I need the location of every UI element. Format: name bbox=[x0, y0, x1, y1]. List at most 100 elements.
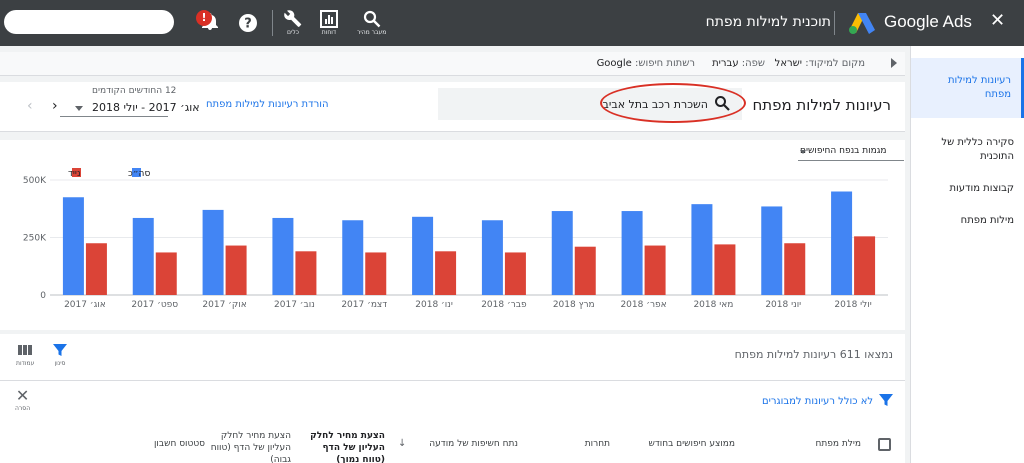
legend-label: סה״כ bbox=[128, 169, 150, 179]
bar-total bbox=[132, 217, 154, 295]
filter-caption: סינון bbox=[54, 360, 66, 367]
prev-period-icon[interactable]: ‹ bbox=[27, 98, 33, 114]
top-bar: ! ? כלים דוחות מעבר מהיר תוכנית למילות מ… bbox=[0, 0, 1024, 46]
nav-item-keyword-ideas[interactable]: רעיונות למילות מפתח bbox=[911, 58, 1024, 118]
help-icon[interactable]: ? bbox=[238, 13, 258, 33]
location-target[interactable]: מקום למיקוד: ישראל bbox=[775, 58, 865, 69]
x-tick-label: פבר׳ 2018 bbox=[481, 300, 527, 310]
column-header-competition[interactable]: תחרות bbox=[585, 438, 610, 450]
targeting-bar[interactable]: מקום למיקוד: ישראל שפה: עברית רשתות חיפו… bbox=[0, 52, 905, 76]
column-header-avg-searches[interactable]: ממוצע חיפושים בחודש bbox=[648, 438, 735, 450]
y-tick-label: 500K bbox=[23, 176, 47, 186]
bar-total bbox=[761, 206, 783, 295]
next-period-icon[interactable]: › bbox=[52, 98, 58, 114]
search-icon[interactable]: מעבר מהיר bbox=[357, 10, 386, 36]
x-tick-label: יוני 2018 bbox=[765, 300, 801, 310]
keyword-ideas-header: רעיונות למילות מפתח השכרת רכב בתל אביב ה… bbox=[0, 82, 905, 132]
y-tick-label: 0 bbox=[40, 291, 46, 301]
bar-total bbox=[412, 216, 434, 295]
filter-button[interactable]: סינון bbox=[52, 342, 68, 367]
columns-button[interactable]: עמודות bbox=[16, 342, 34, 367]
quick-nav-caption: מעבר מהיר bbox=[357, 29, 387, 36]
expand-arrow-icon[interactable] bbox=[891, 58, 897, 68]
x-tick-label: מאי 2018 bbox=[693, 300, 733, 310]
clear-filters-button[interactable]: ✕ הסרה bbox=[15, 386, 30, 412]
column-header-account-status[interactable]: סטטוס חשבון bbox=[154, 438, 205, 450]
x-tick-label: אוק׳ 2017 bbox=[202, 300, 246, 310]
bar-mobile bbox=[784, 243, 806, 295]
x-tick-label: ינו׳ 2018 bbox=[415, 300, 453, 310]
topbar-divider bbox=[834, 11, 835, 35]
results-count: נמצאו 611 רעיונות למילות מפתח bbox=[734, 348, 893, 361]
account-name-redacted bbox=[4, 10, 174, 34]
nav-item-ad-groups[interactable]: קבוצות מודעות bbox=[911, 182, 1024, 196]
x-tick-label: דצמ׳ 2017 bbox=[341, 300, 387, 310]
bar-mobile bbox=[574, 246, 596, 295]
column-header-top-bid-high[interactable]: הצעת מחיר לחלק העליון של הדף (טווח גבוה) bbox=[207, 430, 291, 463]
language-value: עברית bbox=[712, 58, 739, 69]
y-tick-label: 250K bbox=[23, 234, 47, 244]
bar-total bbox=[481, 220, 503, 295]
network-label: רשתות חיפוש: bbox=[635, 58, 695, 69]
column-header-top-bid-low[interactable]: הצעת מחיר לחלק העליון של הדף (טווח נמוך) bbox=[307, 430, 385, 463]
section-title: רעיונות למילות מפתח bbox=[752, 96, 891, 114]
close-icon[interactable]: ✕ bbox=[990, 10, 1005, 31]
exclude-adult-ideas-chip[interactable]: לא כולל רעיונות למבוגרים bbox=[762, 396, 873, 407]
nav-item-plan-overview[interactable]: סקירה כללית של התוכנית bbox=[911, 136, 1024, 164]
columns-icon bbox=[18, 345, 33, 355]
results-card: נמצאו 611 רעיונות למילות מפתח סינון עמוד… bbox=[0, 334, 905, 463]
alert-icon[interactable]: ! bbox=[196, 10, 212, 26]
legend-label: נייד bbox=[68, 169, 81, 179]
page-title: תוכנית למילות מפתח bbox=[705, 14, 831, 30]
column-header-keyword[interactable]: מילת מפתח bbox=[815, 438, 861, 450]
bar-mobile bbox=[225, 245, 247, 295]
bar-total bbox=[342, 220, 364, 295]
column-header-impression-share[interactable]: נתח חשיפות של מודעה bbox=[429, 438, 518, 450]
reports-caption: דוחות bbox=[321, 29, 337, 36]
download-ideas-link[interactable]: הורדת רעיונות למילות מפתח bbox=[206, 99, 328, 110]
side-nav: רעיונות למילות מפתח סקירה כללית של התוכנ… bbox=[910, 46, 1024, 463]
network-value: Google bbox=[596, 58, 632, 69]
topbar-divider bbox=[272, 10, 273, 36]
network-target[interactable]: רשתות חיפוש: Google bbox=[597, 58, 695, 69]
bar-mobile bbox=[644, 245, 666, 295]
x-tick-label: אוג׳ 2017 bbox=[64, 300, 106, 310]
bar-mobile bbox=[714, 244, 736, 295]
main-content: מקום למיקוד: ישראל שפה: עברית רשתות חיפו… bbox=[0, 46, 910, 463]
language-target[interactable]: שפה: עברית bbox=[712, 58, 765, 69]
highlight-annotation bbox=[600, 83, 746, 123]
x-tick-label: ספט׳ 2017 bbox=[131, 300, 178, 310]
language-label: שפה: bbox=[741, 58, 765, 69]
columns-caption: עמודות bbox=[16, 360, 35, 367]
svg-text:?: ? bbox=[244, 17, 252, 32]
bar-total bbox=[831, 191, 853, 295]
reports-icon[interactable]: דוחות bbox=[320, 10, 338, 36]
location-label: מקום למיקוד: bbox=[805, 58, 865, 69]
divider bbox=[0, 380, 905, 381]
x-tick-label: יולי 2018 bbox=[834, 300, 871, 310]
bar-mobile bbox=[854, 236, 876, 295]
tools-caption: כלים bbox=[287, 29, 299, 36]
close-icon: ✕ bbox=[15, 386, 30, 405]
nav-item-keywords[interactable]: מילות מפתח bbox=[911, 214, 1024, 228]
filter-icon[interactable] bbox=[878, 392, 894, 408]
location-value: ישראל bbox=[774, 58, 803, 69]
select-all-checkbox[interactable] bbox=[878, 438, 891, 451]
clear-caption: הסרה bbox=[15, 405, 31, 412]
bar-total bbox=[202, 209, 224, 295]
bar-total bbox=[691, 204, 713, 295]
x-tick-label: נוב׳ 2017 bbox=[274, 300, 315, 310]
sort-arrow-icon[interactable]: ↓ bbox=[398, 438, 406, 449]
date-range-select[interactable]: אוג׳ 2017 - יולי 2018 bbox=[92, 101, 200, 114]
bar-total bbox=[621, 211, 643, 295]
chevron-down-icon[interactable] bbox=[75, 106, 83, 111]
chart-card: מגמות בנפח החיפושים 0 250K 500K אוג׳ 2017 ספ… bbox=[0, 140, 905, 330]
period-caption: 12 החודשים הקודמים bbox=[92, 86, 177, 96]
x-tick-label: אפר׳ 2018 bbox=[620, 300, 666, 310]
bar-mobile bbox=[504, 252, 526, 295]
date-range-underline bbox=[60, 116, 168, 117]
bar-total bbox=[62, 197, 84, 295]
bar-mobile bbox=[435, 251, 457, 295]
bar-total bbox=[272, 217, 294, 295]
wrench-icon[interactable]: כלים bbox=[283, 10, 303, 36]
